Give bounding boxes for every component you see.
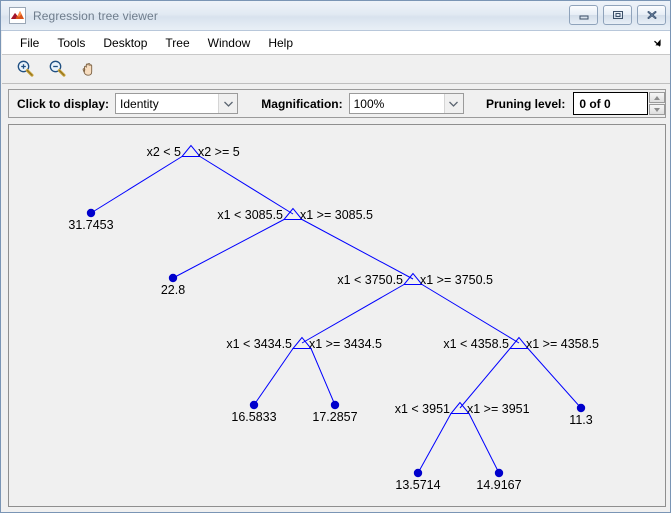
tree-edge	[173, 220, 284, 279]
leaf-value-label: 22.8	[161, 283, 185, 297]
branch-left-condition-label: x2 < 5	[147, 145, 181, 159]
pruning-level-value[interactable]: 0 of 0	[573, 92, 648, 115]
magnification-select[interactable]: 100%	[349, 93, 464, 114]
tree-edge	[302, 285, 404, 344]
branch-left-condition-label: x1 < 3750.5	[337, 273, 403, 287]
magnification-value: 100%	[350, 97, 444, 111]
window-title: Regression tree viewer	[33, 9, 158, 23]
tree-edge	[460, 349, 510, 409]
tree-edge	[418, 414, 451, 474]
click-to-display-value: Identity	[116, 97, 218, 111]
tree-edge	[91, 157, 182, 214]
branch-left-condition-label: x1 < 4358.5	[443, 337, 509, 351]
branch-right-condition-label: x1 >= 4358.5	[526, 337, 599, 351]
leaf-value-label: 13.5714	[395, 478, 440, 492]
pruning-level-spinner	[649, 92, 665, 115]
minimize-button[interactable]	[569, 5, 598, 25]
click-to-display-select[interactable]: Identity	[115, 93, 238, 114]
menu-item-tools[interactable]: Tools	[48, 34, 94, 52]
menu-item-desktop[interactable]: Desktop	[94, 34, 156, 52]
regression-tree-graphic: x2 < 5 x2 >= 5 31.7453 x1 < 3085.5 x1 >= 308…	[8, 124, 666, 507]
pruning-level-decrement-button[interactable]	[649, 104, 665, 115]
branch-right-condition-label: x1 >= 3951	[467, 402, 530, 416]
pruning-level-increment-button[interactable]	[649, 92, 665, 103]
regression-tree-viewer-window: Regression tree viewer F	[0, 0, 671, 513]
branch-left-condition-label: x1 < 3951	[395, 402, 450, 416]
branch-right-condition-label: x1 >= 3750.5	[420, 273, 493, 287]
leaf-value-label: 14.9167	[476, 478, 521, 492]
chevron-down-icon	[444, 94, 463, 113]
tree-leaf-node[interactable]	[169, 274, 177, 282]
click-to-display-label: Click to display:	[17, 97, 109, 111]
tree-edge	[254, 349, 293, 406]
close-button[interactable]	[637, 5, 666, 25]
chevron-down-icon	[218, 94, 237, 113]
branch-left-condition-label: x1 < 3085.5	[217, 208, 283, 222]
menu-item-help[interactable]: Help	[259, 34, 302, 52]
window-titlebar: Regression tree viewer	[1, 1, 671, 31]
tree-edge	[422, 285, 519, 344]
control-panel: Click to display: Identity Magnification…	[8, 89, 666, 118]
window-controls	[569, 5, 666, 25]
menu-item-window[interactable]: Window	[199, 34, 260, 52]
leaf-value-label: 17.2857	[312, 410, 357, 424]
menu-item-tree[interactable]: Tree	[156, 34, 198, 52]
tree-edge	[528, 349, 581, 409]
undock-arrow-icon[interactable]	[651, 36, 663, 48]
zoom-out-icon[interactable]	[44, 57, 70, 81]
leaf-value-label: 31.7453	[68, 218, 113, 232]
tree-edge	[302, 220, 413, 280]
tree-leaf-node[interactable]	[414, 469, 422, 477]
branch-left-condition-label: x1 < 3434.5	[226, 337, 292, 351]
tree-edge	[311, 349, 335, 406]
leaf-value-label: 16.5833	[231, 410, 276, 424]
tree-leaf-node[interactable]	[495, 469, 503, 477]
branch-right-condition-label: x1 >= 3085.5	[300, 208, 373, 222]
leaf-value-label: 11.3	[569, 413, 592, 427]
toolbar	[2, 55, 671, 84]
matlab-membrane-icon	[9, 7, 26, 24]
zoom-in-icon[interactable]	[12, 57, 38, 81]
pan-hand-icon[interactable]	[76, 57, 102, 81]
tree-leaf-node[interactable]	[87, 209, 95, 217]
branch-right-condition-label: x1 >= 3434.5	[309, 337, 382, 351]
tree-edge	[200, 157, 293, 215]
branch-right-condition-label: x2 >= 5	[198, 145, 240, 159]
restore-button[interactable]	[603, 5, 632, 25]
magnification-label: Magnification:	[261, 97, 342, 111]
tree-edge	[469, 414, 499, 474]
menu-item-file[interactable]: File	[11, 34, 48, 52]
tree-canvas[interactable]: x2 < 5 x2 >= 5 31.7453 x1 < 3085.5 x1 >= 308…	[8, 124, 666, 507]
pruning-level-label: Pruning level:	[486, 97, 565, 111]
menubar: File Tools Desktop Tree Window Help	[2, 31, 671, 55]
tree-leaf-node[interactable]	[250, 401, 258, 409]
tree-leaf-node[interactable]	[577, 404, 585, 412]
tree-leaf-node[interactable]	[331, 401, 339, 409]
